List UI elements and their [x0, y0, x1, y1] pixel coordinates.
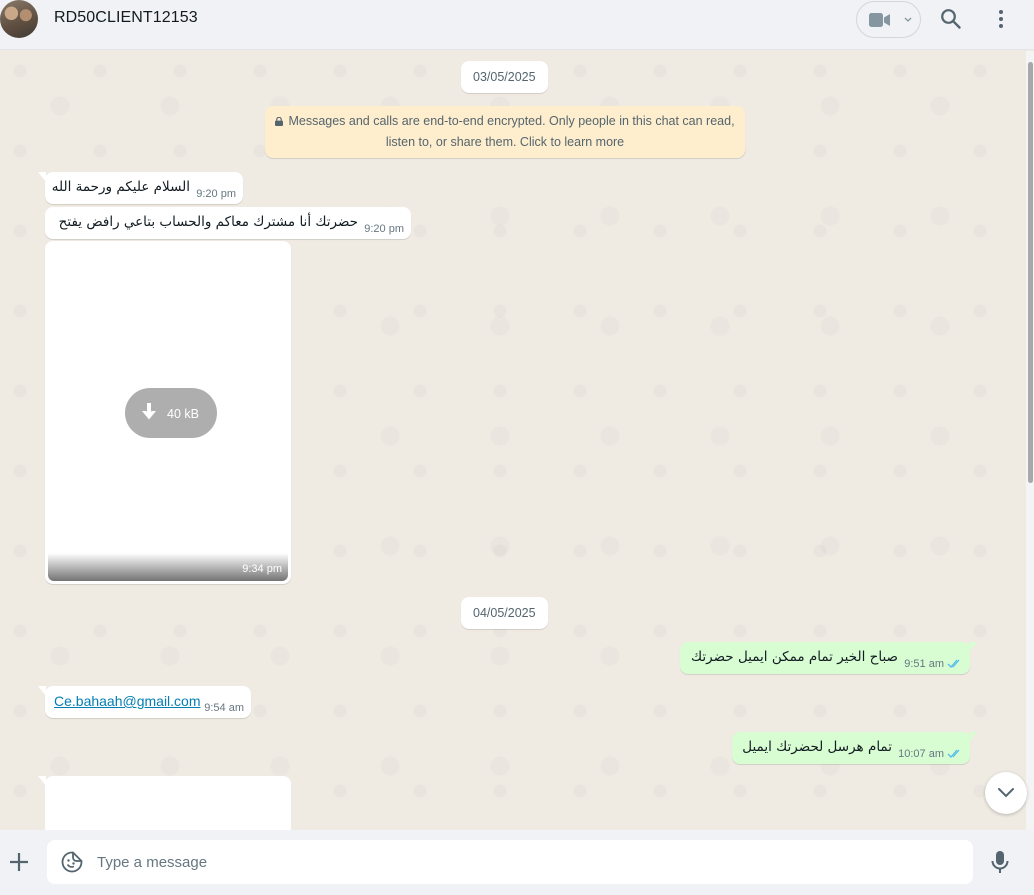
encryption-notice[interactable]: Messages and calls are end-to-end encryp…: [265, 106, 745, 158]
message-input[interactable]: [97, 840, 957, 884]
message-text: صباح الخير تمام ممكن ايميل حضرتك: [691, 649, 898, 665]
message-bubble-incoming[interactable]: السلام عليكم ورحمة الله 9:20 pm: [38, 172, 243, 204]
double-check-icon: [947, 659, 960, 668]
message-text: تمام هرسل لحضرتك ايميل: [742, 739, 892, 755]
message-bubble-incoming[interactable]: حضرتك أنا مشترك معاكم والحساب بتاعي رافض…: [45, 207, 411, 239]
lock-icon: [275, 117, 284, 126]
message-bubble-outgoing[interactable]: صباح الخير تمام ممكن ايميل حضرتك 9:51 am: [680, 642, 977, 674]
download-button[interactable]: 40 kB: [125, 388, 217, 438]
message-text: حضرتك أنا مشترك معاكم والحساب بتاعي رافض…: [58, 214, 358, 230]
message-time: 9:20 pm: [196, 188, 236, 200]
attach-button[interactable]: [9, 852, 29, 872]
search-button[interactable]: [940, 8, 962, 30]
bubble-tail: [38, 776, 46, 786]
date-chip: 03/05/2025: [461, 61, 548, 93]
chevron-down-icon: [998, 788, 1014, 798]
double-check-icon: [947, 749, 960, 758]
more-vertical-icon: [999, 10, 1003, 28]
media-message-partial[interactable]: [38, 776, 291, 836]
message-time: 9:54 am: [204, 702, 244, 714]
encryption-notice-line2: listen to, or share them. Click to learn…: [385, 135, 625, 149]
message-time: 9:20 pm: [364, 223, 404, 235]
message-bubble-incoming[interactable]: Ce.bahaah@gmail.com 9:54 am: [38, 686, 251, 718]
download-icon: [142, 403, 156, 420]
bubble-tail: [38, 686, 46, 696]
message-time: 9:51 am: [904, 658, 944, 670]
message-time: 10:07 am: [898, 748, 944, 760]
media-size: 40 kB: [167, 407, 199, 421]
message-bubble-outgoing[interactable]: تمام هرسل لحضرتك ايميل 10:07 am: [732, 732, 977, 764]
chat-header: RD50CLIENT12153: [0, 0, 1034, 50]
chevron-down-icon: [904, 17, 912, 22]
chat-scrollbar-thumb[interactable]: [1028, 62, 1033, 483]
contact-name[interactable]: RD50CLIENT12153: [54, 9, 198, 27]
message-time: 9:34 pm: [242, 563, 282, 575]
sticker-icon[interactable]: [61, 851, 83, 873]
media-preview: 40 kB 9:34 pm: [48, 244, 288, 581]
message-text: السلام عليكم ورحمة الله: [51, 179, 190, 195]
search-icon: [941, 9, 961, 29]
contact-avatar[interactable]: [0, 0, 38, 38]
video-call-button[interactable]: [856, 1, 921, 38]
message-input-wrapper: [47, 840, 973, 884]
media-message[interactable]: 40 kB 9:34 pm: [45, 241, 291, 584]
bubble-tail: [969, 732, 977, 742]
scroll-to-bottom-button[interactable]: [985, 772, 1027, 814]
email-link[interactable]: Ce.bahaah@gmail.com: [54, 693, 201, 709]
microphone-icon: [991, 851, 1009, 873]
encryption-notice-line1: Messages and calls are end-to-end encryp…: [288, 114, 735, 128]
bubble-tail: [969, 642, 977, 652]
plus-icon: [10, 853, 28, 871]
voice-message-button[interactable]: [990, 850, 1010, 874]
video-camera-icon: [869, 13, 890, 27]
bubble-tail: [38, 172, 46, 182]
composer-bar: [0, 830, 1034, 895]
menu-button[interactable]: [991, 8, 1011, 30]
date-chip: 04/05/2025: [461, 597, 548, 629]
